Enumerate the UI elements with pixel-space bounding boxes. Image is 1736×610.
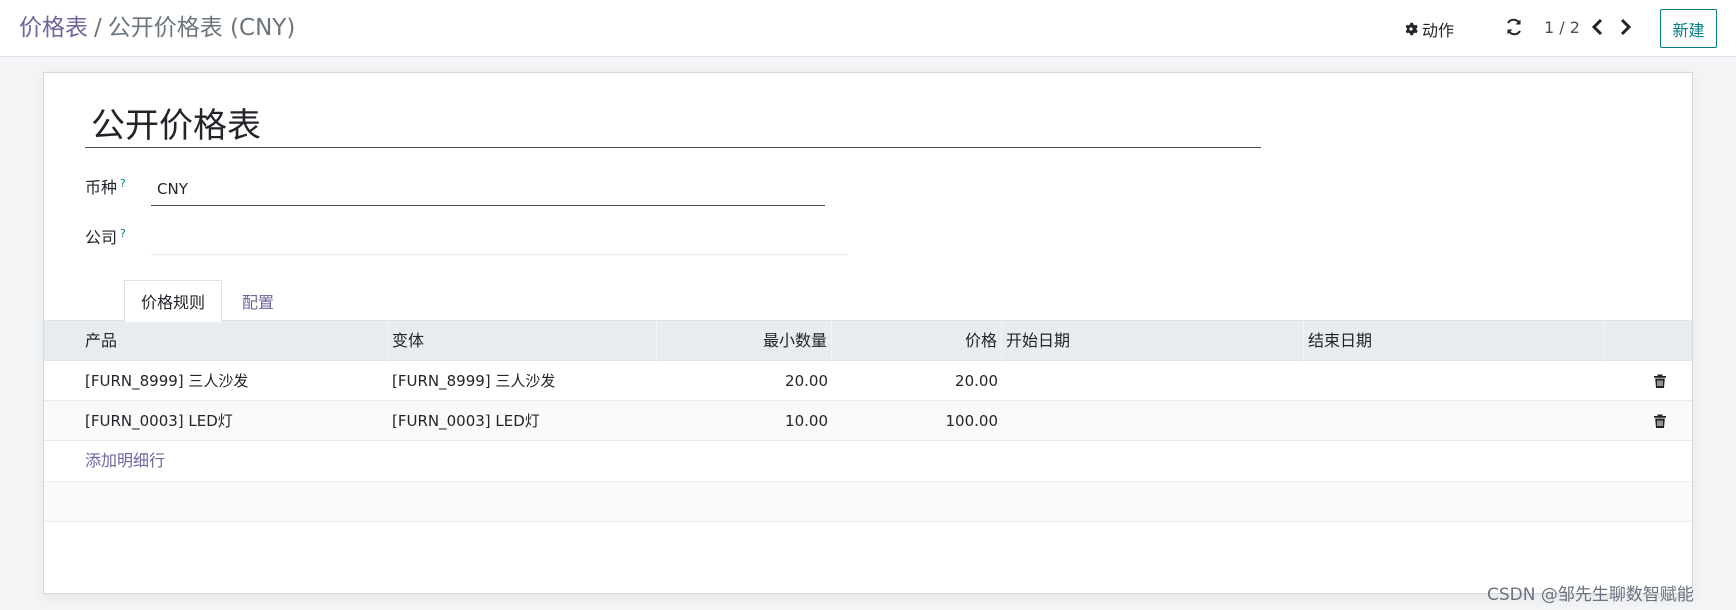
currency-label-text: 币种	[85, 178, 118, 197]
currency-field[interactable]: CNY	[151, 177, 825, 206]
breadcrumb-separator: /	[94, 15, 102, 41]
table-row[interactable]: [FURN_8999] 三人沙发 [FURN_8999] 三人沙发 20.00 …	[44, 361, 1692, 401]
price-rules-table: 产品 变体 最小数量 价格 开始日期 结束日期 [FURN_8999] 三人沙发…	[44, 320, 1692, 522]
chevron-right-icon[interactable]	[1617, 16, 1633, 38]
breadcrumb-current: 公开价格表 (CNY)	[107, 15, 296, 41]
cell-end-date[interactable]	[1304, 401, 1604, 441]
cell-variant[interactable]: [FURN_8999] 三人沙发	[388, 361, 657, 401]
refresh-icon[interactable]	[1504, 17, 1524, 37]
company-help-icon[interactable]: ?	[120, 227, 126, 240]
new-button[interactable]: 新建	[1660, 9, 1717, 48]
cell-end-date[interactable]	[1304, 361, 1604, 401]
breadcrumb-pricelists-link[interactable]: 价格表	[19, 15, 88, 41]
tab-price-rules[interactable]: 价格规则	[124, 280, 222, 322]
add-line-row: 添加明细行	[44, 441, 1692, 482]
chevron-left-icon[interactable]	[1590, 16, 1606, 38]
cell-start-date[interactable]	[1002, 401, 1304, 441]
cell-min-qty[interactable]: 20.00	[657, 361, 832, 401]
column-header-end-date[interactable]: 结束日期	[1304, 321, 1604, 361]
column-header-min-qty[interactable]: 最小数量	[657, 321, 832, 361]
company-label: 公司?	[85, 224, 126, 248]
trash-icon[interactable]	[1652, 373, 1668, 389]
table-footer-row	[44, 482, 1692, 522]
table-header: 产品 变体 最小数量 价格 开始日期 结束日期	[44, 321, 1692, 361]
currency-label: 币种?	[85, 174, 126, 198]
cell-product[interactable]: [FURN_8999] 三人沙发	[81, 361, 388, 401]
add-line-link[interactable]: 添加明细行	[85, 441, 165, 481]
gear-icon	[1405, 22, 1418, 36]
pricelist-name-input[interactable]: 公开价格表	[85, 105, 1261, 148]
cell-price[interactable]: 20.00	[832, 361, 1002, 401]
column-header-variant[interactable]: 变体	[388, 321, 657, 361]
trash-icon[interactable]	[1652, 413, 1668, 429]
company-field[interactable]	[151, 226, 848, 255]
actions-button[interactable]: 动作	[1404, 17, 1454, 41]
column-header-product[interactable]: 产品	[81, 321, 388, 361]
tab-configuration[interactable]: 配置	[232, 280, 284, 322]
cell-price[interactable]: 100.00	[832, 401, 1002, 441]
delete-cell	[1648, 401, 1672, 441]
pager-value[interactable]: 1 / 2	[1544, 18, 1580, 37]
watermark: CSDN @邹先生聊数智赋能	[1487, 585, 1694, 605]
actions-label: 动作	[1422, 21, 1455, 40]
currency-help-icon[interactable]: ?	[120, 177, 126, 190]
form-sheet: 公开价格表 币种? CNY 公司? 价格规则 配置 产品 变体 最小数量 价格 …	[43, 72, 1693, 594]
cell-min-qty[interactable]: 10.00	[657, 401, 832, 441]
breadcrumb: 价格表 / 公开价格表 (CNY)	[19, 13, 295, 43]
cell-product[interactable]: [FURN_0003] LED灯	[81, 401, 388, 441]
column-header-start-date[interactable]: 开始日期	[1002, 321, 1304, 361]
cell-variant[interactable]: [FURN_0003] LED灯	[388, 401, 657, 441]
control-panel: 价格表 / 公开价格表 (CNY) 动作 1 / 2 新建	[0, 0, 1736, 57]
cell-start-date[interactable]	[1002, 361, 1304, 401]
column-header-price[interactable]: 价格	[832, 321, 1002, 361]
table-row[interactable]: [FURN_0003] LED灯 [FURN_0003] LED灯 10.00 …	[44, 401, 1692, 441]
company-label-text: 公司	[85, 228, 118, 247]
delete-cell	[1648, 361, 1672, 401]
